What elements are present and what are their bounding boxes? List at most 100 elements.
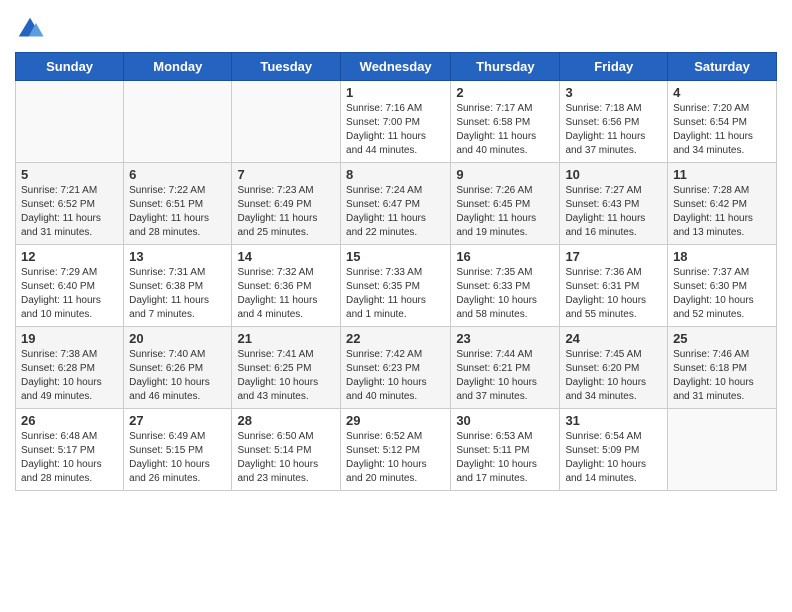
day-info: Sunrise: 7:28 AM Sunset: 6:42 PM Dayligh… <box>673 184 771 240</box>
day-number: 28 <box>237 413 335 428</box>
day-header-sunday: Sunday <box>16 53 124 81</box>
day-info: Sunrise: 7:38 AM Sunset: 6:28 PM Dayligh… <box>21 348 118 404</box>
day-number: 21 <box>237 331 335 346</box>
calendar-cell: 1Sunrise: 7:16 AM Sunset: 7:00 PM Daylig… <box>341 81 451 163</box>
week-row-4: 19 Sunrise: 7:38 AM Sunset: 6:28 PM Dayli… <box>16 327 777 409</box>
week-row-1: 1Sunrise: 7:16 AM Sunset: 7:00 PM Daylig… <box>16 81 777 163</box>
day-info: Sunrise: 7:24 AM Sunset: 6:47 PM Dayligh… <box>346 184 445 240</box>
day-info: Sunrise: 7:44 AM Sunset: 6:21 PM Dayligh… <box>456 348 554 404</box>
day-header-saturday: Saturday <box>668 53 777 81</box>
week-row-3: 12Sunrise: 7:29 AM Sunset: 6:40 PM Dayli… <box>16 245 777 327</box>
calendar-cell: 10 Sunrise: 7:27 AM Sunset: 6:43 PM Dayli… <box>560 163 668 245</box>
day-number: 14 <box>237 249 335 264</box>
day-info: Sunrise: 7:46 AM Sunset: 6:18 PM Dayligh… <box>673 348 771 404</box>
calendar-cell: 14 Sunrise: 7:32 AM Sunset: 6:36 PM Dayli… <box>232 245 341 327</box>
page: SundayMondayTuesdayWednesdayThursdayFrid… <box>0 0 792 612</box>
logo-icon <box>15 14 45 44</box>
day-number: 17 <box>565 249 662 264</box>
day-number: 30 <box>456 413 554 428</box>
day-number: 24 <box>565 331 662 346</box>
header <box>15 10 777 44</box>
day-info: Sunrise: 7:35 AM Sunset: 6:33 PM Dayligh… <box>456 266 554 322</box>
day-info: Sunrise: 7:20 AM Sunset: 6:54 PM Dayligh… <box>673 102 771 158</box>
calendar-cell <box>16 81 124 163</box>
calendar-cell: 2Sunrise: 7:17 AM Sunset: 6:58 PM Daylig… <box>451 81 560 163</box>
day-header-friday: Friday <box>560 53 668 81</box>
calendar-cell: 31Sunrise: 6:54 AM Sunset: 5:09 PM Dayli… <box>560 409 668 491</box>
day-info: Sunrise: 7:18 AM Sunset: 6:56 PM Dayligh… <box>565 102 662 158</box>
day-number: 11 <box>673 167 771 182</box>
day-number: 27 <box>129 413 226 428</box>
calendar-cell: 11 Sunrise: 7:28 AM Sunset: 6:42 PM Dayli… <box>668 163 777 245</box>
day-info: Sunrise: 7:45 AM Sunset: 6:20 PM Dayligh… <box>565 348 662 404</box>
calendar-cell: 3 Sunrise: 7:18 AM Sunset: 6:56 PM Daylig… <box>560 81 668 163</box>
day-number: 6 <box>129 167 226 182</box>
day-number: 5 <box>21 167 118 182</box>
day-info: Sunrise: 6:52 AM Sunset: 5:12 PM Dayligh… <box>346 430 445 486</box>
calendar-cell: 21 Sunrise: 7:41 AM Sunset: 6:25 PM Dayli… <box>232 327 341 409</box>
calendar-cell <box>124 81 232 163</box>
days-header-row: SundayMondayTuesdayWednesdayThursdayFrid… <box>16 53 777 81</box>
calendar-cell: 29Sunrise: 6:52 AM Sunset: 5:12 PM Dayli… <box>341 409 451 491</box>
day-number: 4 <box>673 85 771 100</box>
calendar-cell: 17 Sunrise: 7:36 AM Sunset: 6:31 PM Dayli… <box>560 245 668 327</box>
calendar-cell: 9Sunrise: 7:26 AM Sunset: 6:45 PM Daylig… <box>451 163 560 245</box>
day-number: 20 <box>129 331 226 346</box>
calendar-cell: 8 Sunrise: 7:24 AM Sunset: 6:47 PM Daylig… <box>341 163 451 245</box>
day-info: Sunrise: 7:21 AM Sunset: 6:52 PM Dayligh… <box>21 184 118 240</box>
calendar-cell: 26 Sunrise: 6:48 AM Sunset: 5:17 PM Dayli… <box>16 409 124 491</box>
day-info: Sunrise: 6:54 AM Sunset: 5:09 PM Dayligh… <box>565 430 662 486</box>
day-info: Sunrise: 7:32 AM Sunset: 6:36 PM Dayligh… <box>237 266 335 322</box>
day-info: Sunrise: 7:41 AM Sunset: 6:25 PM Dayligh… <box>237 348 335 404</box>
day-header-thursday: Thursday <box>451 53 560 81</box>
calendar-cell: 25 Sunrise: 7:46 AM Sunset: 6:18 PM Dayli… <box>668 327 777 409</box>
calendar-cell: 28 Sunrise: 6:50 AM Sunset: 5:14 PM Dayli… <box>232 409 341 491</box>
calendar-cell: 23 Sunrise: 7:44 AM Sunset: 6:21 PM Dayli… <box>451 327 560 409</box>
day-number: 13 <box>129 249 226 264</box>
day-number: 8 <box>346 167 445 182</box>
logo <box>15 14 49 44</box>
week-row-5: 26 Sunrise: 6:48 AM Sunset: 5:17 PM Dayli… <box>16 409 777 491</box>
day-info: Sunrise: 7:31 AM Sunset: 6:38 PM Dayligh… <box>129 266 226 322</box>
calendar-cell: 24 Sunrise: 7:45 AM Sunset: 6:20 PM Dayli… <box>560 327 668 409</box>
day-number: 23 <box>456 331 554 346</box>
day-number: 7 <box>237 167 335 182</box>
calendar-cell: 12Sunrise: 7:29 AM Sunset: 6:40 PM Dayli… <box>16 245 124 327</box>
calendar-cell: 6 Sunrise: 7:22 AM Sunset: 6:51 PM Daylig… <box>124 163 232 245</box>
calendar-cell: 20 Sunrise: 7:40 AM Sunset: 6:26 PM Dayli… <box>124 327 232 409</box>
day-info: Sunrise: 7:27 AM Sunset: 6:43 PM Dayligh… <box>565 184 662 240</box>
day-number: 26 <box>21 413 118 428</box>
day-info: Sunrise: 6:53 AM Sunset: 5:11 PM Dayligh… <box>456 430 554 486</box>
day-info: Sunrise: 7:16 AM Sunset: 7:00 PM Dayligh… <box>346 102 445 158</box>
day-info: Sunrise: 7:40 AM Sunset: 6:26 PM Dayligh… <box>129 348 226 404</box>
calendar-cell: 19 Sunrise: 7:38 AM Sunset: 6:28 PM Dayli… <box>16 327 124 409</box>
day-info: Sunrise: 7:36 AM Sunset: 6:31 PM Dayligh… <box>565 266 662 322</box>
day-number: 2 <box>456 85 554 100</box>
calendar-cell: 30 Sunrise: 6:53 AM Sunset: 5:11 PM Dayli… <box>451 409 560 491</box>
day-header-tuesday: Tuesday <box>232 53 341 81</box>
day-number: 15 <box>346 249 445 264</box>
day-number: 10 <box>565 167 662 182</box>
day-number: 16 <box>456 249 554 264</box>
day-info: Sunrise: 6:50 AM Sunset: 5:14 PM Dayligh… <box>237 430 335 486</box>
day-info: Sunrise: 6:49 AM Sunset: 5:15 PM Dayligh… <box>129 430 226 486</box>
day-number: 3 <box>565 85 662 100</box>
calendar-cell: 15 Sunrise: 7:33 AM Sunset: 6:35 PM Dayli… <box>341 245 451 327</box>
day-number: 18 <box>673 249 771 264</box>
day-number: 19 <box>21 331 118 346</box>
calendar-cell: 5 Sunrise: 7:21 AM Sunset: 6:52 PM Daylig… <box>16 163 124 245</box>
day-header-monday: Monday <box>124 53 232 81</box>
week-row-2: 5 Sunrise: 7:21 AM Sunset: 6:52 PM Daylig… <box>16 163 777 245</box>
day-info: Sunrise: 7:33 AM Sunset: 6:35 PM Dayligh… <box>346 266 445 322</box>
calendar-cell: 16 Sunrise: 7:35 AM Sunset: 6:33 PM Dayli… <box>451 245 560 327</box>
calendar-cell: 18 Sunrise: 7:37 AM Sunset: 6:30 PM Dayli… <box>668 245 777 327</box>
day-number: 22 <box>346 331 445 346</box>
day-header-wednesday: Wednesday <box>341 53 451 81</box>
day-number: 25 <box>673 331 771 346</box>
day-number: 12 <box>21 249 118 264</box>
calendar-cell: 7Sunrise: 7:23 AM Sunset: 6:49 PM Daylig… <box>232 163 341 245</box>
day-info: Sunrise: 7:26 AM Sunset: 6:45 PM Dayligh… <box>456 184 554 240</box>
day-info: Sunrise: 7:22 AM Sunset: 6:51 PM Dayligh… <box>129 184 226 240</box>
day-info: Sunrise: 6:48 AM Sunset: 5:17 PM Dayligh… <box>21 430 118 486</box>
day-info: Sunrise: 7:37 AM Sunset: 6:30 PM Dayligh… <box>673 266 771 322</box>
